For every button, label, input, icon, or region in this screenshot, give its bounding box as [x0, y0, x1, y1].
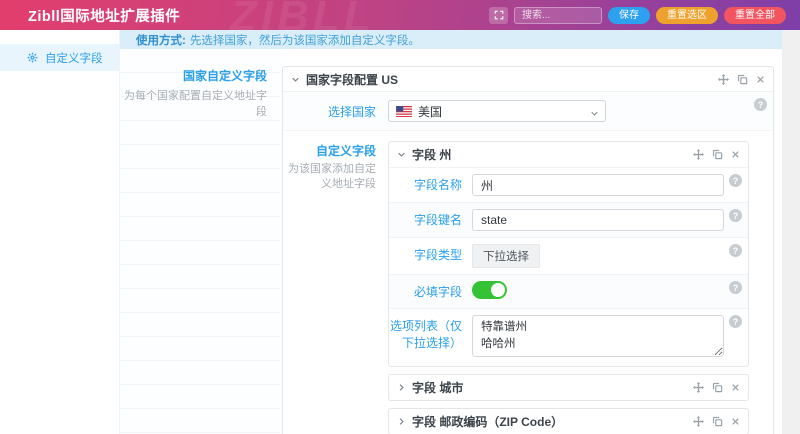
gear-icon [27, 52, 38, 63]
field-panel-header[interactable]: 字段 城市 [389, 375, 748, 400]
expand-icon [494, 8, 504, 23]
field-required-label: 必填字段 [389, 280, 472, 302]
close-icon[interactable] [731, 150, 740, 159]
clone-icon[interactable] [712, 149, 723, 160]
required-toggle[interactable] [472, 281, 507, 299]
field-options-textarea[interactable]: 特靠谱州 哈哈州 [472, 315, 724, 357]
sidebar-item-custom-fields[interactable]: 自定义字段 [0, 44, 119, 71]
country-select[interactable]: 美国 [388, 100, 606, 122]
country-panel-actions [718, 74, 765, 85]
sidebar-item-label: 自定义字段 [45, 50, 103, 66]
field-key-row: 字段键名 ? [389, 202, 748, 237]
section-subtitle: 为每个国家配置自定义地址字段 [120, 87, 267, 119]
section-label-column: 国家自定义字段 为每个国家配置自定义地址字段 [120, 49, 280, 434]
field-options-row: 选项列表（仅下拉选择） 特靠谱州 哈哈州 ? [389, 308, 748, 366]
clone-icon[interactable] [737, 74, 748, 85]
field-type-row: 字段类型 下拉选择 ? [389, 237, 748, 274]
body: 自定义字段 使用方式: 先选择国家，然后为该国家添加自定义字段。 国家自定义字段… [0, 30, 800, 434]
sidebar: 自定义字段 [0, 30, 120, 434]
chevron-down-icon [397, 150, 406, 159]
save-button[interactable]: 保存 [608, 7, 650, 24]
custom-fields-sublabel: 为该国家添加自定义地址字段 [283, 162, 376, 192]
field-type-label: 字段类型 [389, 243, 472, 268]
chevron-down-icon [590, 107, 599, 121]
section-field-column: 国家字段配置 US 选择国家 [280, 49, 782, 434]
header-controls: 保存 重置选区 重置全部 [489, 7, 786, 24]
field-panel-title: 字段 城市 [412, 379, 463, 396]
chevron-down-icon [291, 75, 300, 84]
select-country-row: 选择国家 [283, 92, 773, 131]
chevron-right-icon [397, 383, 406, 392]
clone-icon[interactable] [712, 382, 723, 393]
field-panel-state: 字段 州 字段名称 [388, 141, 749, 367]
country-config-panel: 国家字段配置 US 选择国家 [282, 66, 774, 434]
field-key-label: 字段键名 [389, 208, 472, 231]
expand-all-button[interactable] [489, 7, 508, 24]
country-panel-title: 国家字段配置 US [306, 71, 398, 88]
field-panel-title: 字段 州 [412, 146, 451, 163]
page-background-strip [782, 30, 800, 434]
usage-notice: 使用方式: 先选择国家，然后为该国家添加自定义字段。 [120, 30, 782, 49]
country-panel-header[interactable]: 国家字段配置 US [283, 67, 773, 92]
brand-watermark: ZIBLL [230, 0, 375, 30]
settings-content: 国家自定义字段 为每个国家配置自定义地址字段 国家字段配置 US [120, 49, 782, 434]
reset-section-button[interactable]: 重置选区 [656, 7, 718, 24]
help-icon[interactable]: ? [754, 98, 767, 111]
field-name-input[interactable] [472, 174, 724, 196]
field-required-row: 必填字段 ? [389, 274, 748, 308]
field-name-row: 字段名称 ? [389, 167, 748, 202]
field-options-label: 选项列表（仅下拉选择） [389, 314, 472, 360]
field-panel-city: 字段 城市 [388, 374, 749, 401]
us-flag-icon [396, 106, 412, 117]
plugin-settings-window: Zibll国际地址扩展插件 ZIBLL 保存 重置选区 重置全部 [0, 0, 800, 434]
settings-search-input[interactable] [514, 7, 602, 24]
field-type-select[interactable]: 下拉选择 [472, 244, 540, 268]
select-country-label: 选择国家 [283, 103, 376, 120]
help-icon[interactable]: ? [729, 315, 742, 328]
close-icon[interactable] [731, 417, 740, 426]
move-icon[interactable] [693, 416, 704, 427]
help-icon[interactable]: ? [729, 281, 742, 294]
move-icon[interactable] [693, 382, 704, 393]
reset-all-button[interactable]: 重置全部 [724, 7, 786, 24]
field-panel-header[interactable]: 字段 邮政编码（ZIP Code） [389, 409, 748, 434]
field-panel-zip: 字段 邮政编码（ZIP Code） [388, 408, 749, 434]
page-title: Zibll国际地址扩展插件 [28, 5, 180, 26]
move-icon[interactable] [718, 74, 729, 85]
section-title: 国家自定义字段 [120, 67, 267, 84]
close-icon[interactable] [756, 75, 765, 84]
close-icon[interactable] [731, 383, 740, 392]
field-name-label: 字段名称 [389, 173, 472, 196]
clone-icon[interactable] [712, 416, 723, 427]
custom-fields-label: 自定义字段 [283, 142, 376, 159]
field-panel-header[interactable]: 字段 州 [389, 142, 748, 167]
move-icon[interactable] [693, 149, 704, 160]
help-icon[interactable]: ? [729, 209, 742, 222]
header: Zibll国际地址扩展插件 ZIBLL 保存 重置选区 重置全部 [0, 0, 800, 30]
help-icon[interactable]: ? [729, 244, 742, 257]
custom-fields-row: 自定义字段 为该国家添加自定义地址字段 [283, 131, 773, 434]
notice-label: 使用方式: [136, 32, 186, 48]
field-key-input[interactable] [472, 209, 724, 231]
help-icon[interactable]: ? [729, 174, 742, 187]
chevron-right-icon [397, 417, 406, 426]
main-area: 使用方式: 先选择国家，然后为该国家添加自定义字段。 国家自定义字段 为每个国家… [120, 30, 782, 434]
notice-text: 先选择国家，然后为该国家添加自定义字段。 [190, 32, 420, 48]
country-select-value: 美国 [418, 103, 442, 120]
field-panel-title: 字段 邮政编码（ZIP Code） [412, 413, 563, 430]
